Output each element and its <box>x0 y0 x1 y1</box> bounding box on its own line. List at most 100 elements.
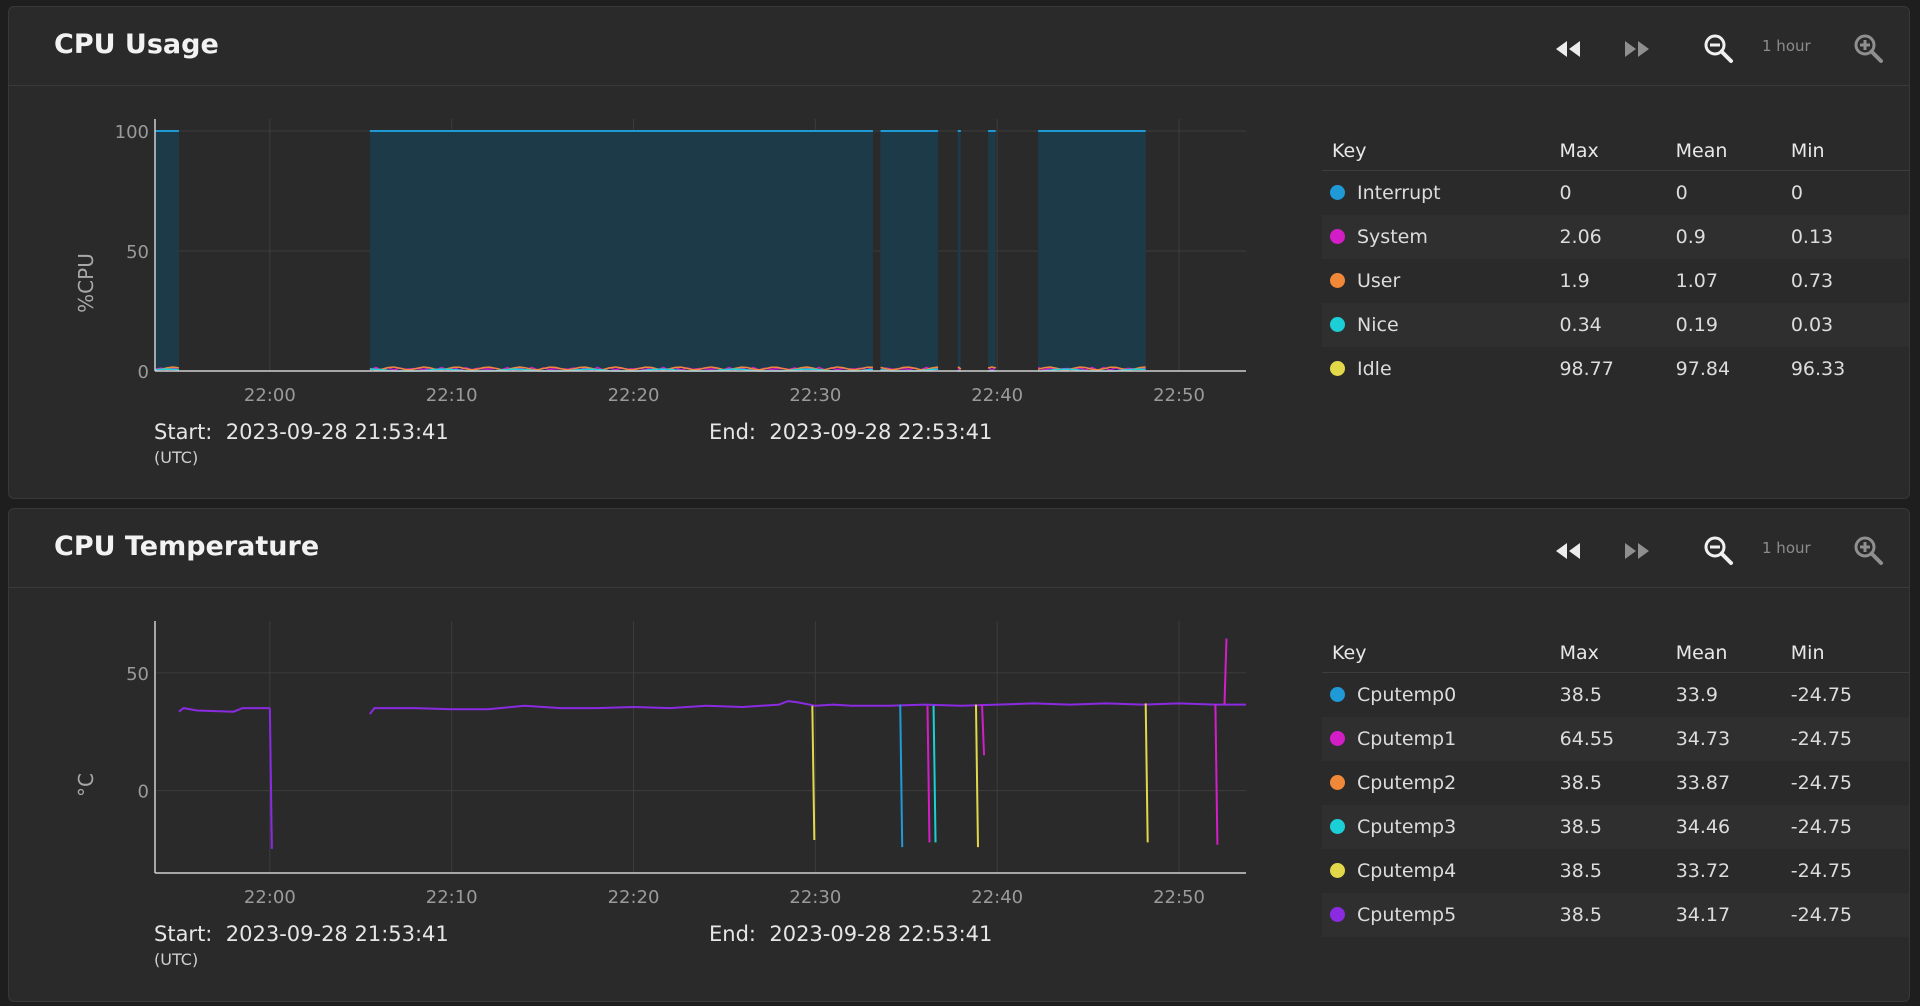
series-mean: 0.19 <box>1675 303 1791 347</box>
start-value: 2023-09-28 21:53:41 <box>225 420 449 444</box>
series-max: 38.5 <box>1559 860 1602 882</box>
series-min: 96.33 <box>1790 358 1846 380</box>
idle-area-segment <box>369 131 873 371</box>
fast-forward-button[interactable] <box>1615 533 1659 569</box>
series-min: 0.03 <box>1790 303 1909 347</box>
rewind-icon <box>1556 543 1580 559</box>
idle-area-segment <box>1038 131 1146 371</box>
series-mean: 97.84 <box>1675 358 1731 380</box>
start-label: Start: <box>154 420 213 444</box>
series-mean: 0 <box>1675 182 1688 204</box>
zoom-out-button[interactable] <box>1699 533 1739 569</box>
range-label: 1 hour <box>1762 539 1811 557</box>
series-spike-cputemp4 <box>974 704 979 848</box>
legend-row[interactable]: Cputemp0 38.5 33.9 -24.75 <box>1322 673 1909 718</box>
end-label: End: <box>709 420 756 444</box>
series-max: 98.77 <box>1559 358 1614 380</box>
legend-row[interactable]: Nice 0.34 0.19 0.03 <box>1322 303 1909 347</box>
series-color-dot <box>1330 775 1345 790</box>
legend-row[interactable]: Cputemp3 38.5 34.46 -24.75 <box>1322 805 1909 849</box>
series-color-dot <box>1330 687 1345 702</box>
legend-header-row: Key Max Mean Min <box>1322 634 1909 673</box>
idle-area-segment <box>957 131 961 371</box>
legend-row[interactable]: Idle 98.77 97.84 96.33 <box>1322 347 1909 391</box>
rewind-button[interactable] <box>1546 31 1590 67</box>
series-max: 1.9 <box>1559 270 1590 292</box>
series-name: System <box>1357 226 1428 248</box>
series-max: 38.5 <box>1559 805 1676 849</box>
x-tick-label: 22:10 <box>426 385 478 406</box>
series-max: 38.5 <box>1559 893 1676 937</box>
end-label: End: <box>709 922 756 946</box>
series-name: Cputemp1 <box>1357 728 1457 750</box>
zoom-in-button[interactable] <box>1849 31 1889 67</box>
zoom-out-button[interactable] <box>1699 31 1739 67</box>
series-min: -24.75 <box>1790 893 1909 937</box>
x-tick-label: 22:10 <box>426 887 478 908</box>
zoom-out-icon <box>1704 34 1733 63</box>
series-color-dot <box>1330 273 1345 288</box>
start-time: Start: 2023-09-28 21:53:41 (UTC) <box>154 420 449 467</box>
utc-label: (UTC) <box>154 448 199 467</box>
legend-row[interactable]: User 1.9 1.07 0.73 <box>1322 259 1909 303</box>
series-mean: 33.72 <box>1675 860 1731 882</box>
series-min: -24.75 <box>1790 860 1853 882</box>
fast-forward-button[interactable] <box>1615 31 1659 67</box>
x-tick-label: 22:20 <box>608 385 660 406</box>
series-max: 64.55 <box>1559 717 1676 761</box>
legend-row[interactable]: System 2.06 0.9 0.13 <box>1322 215 1909 259</box>
legend-header-max: Max <box>1559 132 1676 171</box>
series-color-dot <box>1330 361 1345 376</box>
series-spike-cputemp0 <box>899 704 904 848</box>
series-max: 38.5 <box>1559 684 1602 706</box>
series-min: 0.13 <box>1790 215 1909 259</box>
series-line-nice <box>154 368 179 371</box>
legend-row[interactable]: Cputemp1 64.55 34.73 -24.75 <box>1322 717 1909 761</box>
end-value: 2023-09-28 22:53:41 <box>769 922 993 946</box>
x-tick-label: 22:40 <box>971 887 1023 908</box>
series-color-dot <box>1330 185 1345 200</box>
series-spike-cputemp1 <box>981 704 986 756</box>
x-tick-label: 22:40 <box>971 385 1023 406</box>
zoom-in-icon <box>1854 34 1883 63</box>
legend-row[interactable]: Cputemp4 38.5 33.72 -24.75 <box>1322 849 1909 893</box>
series-spike-cputemp3 <box>932 705 937 843</box>
series-mean: 33.9 <box>1675 684 1718 706</box>
series-min: 0.73 <box>1790 270 1834 292</box>
x-tick-label: 22:50 <box>1153 887 1205 908</box>
x-tick-label: 22:00 <box>244 385 296 406</box>
utc-label: (UTC) <box>154 950 199 969</box>
series-color-dot <box>1330 863 1345 878</box>
end-value: 2023-09-28 22:53:41 <box>769 420 993 444</box>
legend-header-key: Key <box>1322 634 1560 673</box>
series-name: User <box>1357 270 1401 292</box>
series-spike-cputemp1 <box>1223 638 1228 705</box>
legend-header-max: Max <box>1559 634 1676 673</box>
series-name: Cputemp4 <box>1357 860 1457 882</box>
series-color-dot <box>1330 819 1345 834</box>
zoom-in-button[interactable] <box>1849 533 1889 569</box>
series-spike-cputemp4 <box>1144 703 1149 843</box>
rewind-button[interactable] <box>1546 533 1590 569</box>
series-name: Cputemp5 <box>1357 904 1457 926</box>
y-tick-label: 0 <box>138 782 149 803</box>
series-max: 0 <box>1559 182 1572 204</box>
legend-row[interactable]: Cputemp5 38.5 34.17 -24.75 <box>1322 893 1909 937</box>
series-name: Idle <box>1357 358 1392 380</box>
series-name: Cputemp3 <box>1357 816 1457 838</box>
legend-header-row: Key Max Mean Min <box>1322 132 1909 171</box>
legend-header-mean: Mean <box>1675 132 1791 171</box>
legend-row[interactable]: Interrupt 0 0 0 <box>1322 171 1909 216</box>
series-spike-cputemp1 <box>1214 704 1219 845</box>
x-tick-label: 22:30 <box>789 385 841 406</box>
series-mean: 0.9 <box>1675 215 1791 259</box>
y-tick-label: 50 <box>126 242 149 263</box>
series-mean: 1.07 <box>1675 270 1718 292</box>
series-mean: 34.17 <box>1675 893 1791 937</box>
series-max: 2.06 <box>1559 215 1676 259</box>
y-tick-label: 100 <box>115 122 149 143</box>
series-spike-cputemp4 <box>811 705 816 841</box>
start-time: Start: 2023-09-28 21:53:41 (UTC) <box>154 922 449 969</box>
legend-row[interactable]: Cputemp2 38.5 33.87 -24.75 <box>1322 761 1909 805</box>
series-min: 0 <box>1790 182 1803 204</box>
